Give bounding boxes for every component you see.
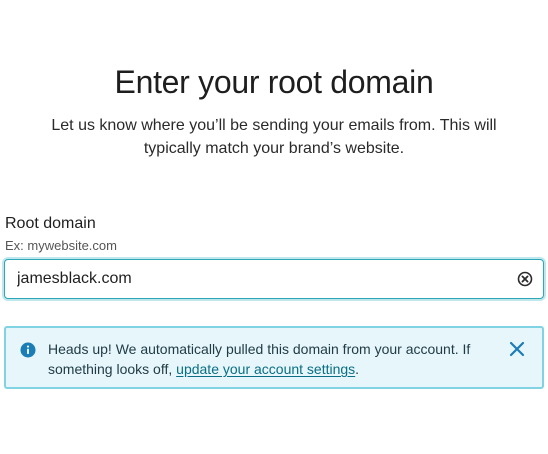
info-alert: Heads up! We automatically pulled this d…: [4, 326, 544, 389]
page-subtitle: Let us know where you’ll be sending your…: [51, 117, 497, 157]
root-domain-field: [4, 259, 544, 299]
page-title: Enter your root domain: [114, 64, 434, 100]
close-icon[interactable]: [508, 340, 526, 358]
alert-message-end: .: [355, 361, 360, 377]
page: Enter your root domain Let us know where…: [0, 0, 548, 454]
update-account-settings-link[interactable]: update your account settings: [176, 361, 355, 377]
info-icon: [20, 342, 36, 358]
root-domain-help-text: Ex: mywebsite.com: [5, 238, 117, 253]
root-domain-label: Root domain: [5, 215, 96, 232]
root-domain-input[interactable]: [5, 260, 507, 298]
clear-circle-x-icon[interactable]: [517, 271, 533, 287]
alert-message: Heads up! We automatically pulled this d…: [48, 339, 498, 379]
